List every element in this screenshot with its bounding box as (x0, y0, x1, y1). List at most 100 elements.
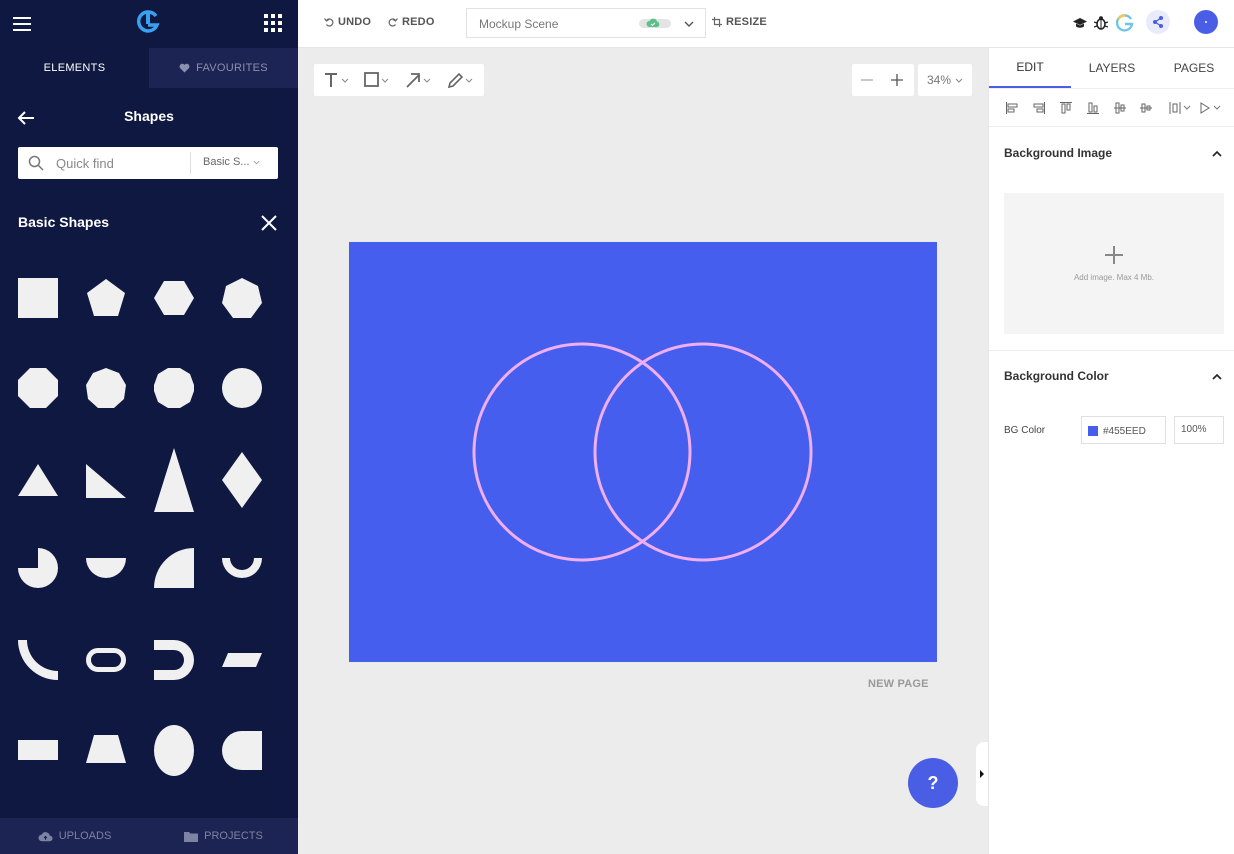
tab-pages-label: PAGES (1173, 61, 1215, 75)
redo-button[interactable]: REDO (388, 16, 435, 28)
tab-elements[interactable]: ELEMENTS (0, 48, 149, 88)
tab-pages[interactable]: PAGES (1153, 48, 1234, 88)
alignment-toolbar (989, 89, 1234, 127)
align-right-icon[interactable] (1032, 101, 1046, 115)
diamond-shape[interactable] (222, 448, 262, 512)
curved-arc-shape[interactable] (18, 640, 58, 682)
square-shape[interactable] (18, 278, 58, 318)
search-input[interactable] (56, 153, 201, 173)
align-center-vertical-icon[interactable] (1113, 101, 1127, 115)
hexagon-shape[interactable] (154, 278, 194, 318)
tab-projects[interactable]: PROJECTS (149, 818, 298, 854)
search-filter-dropdown[interactable]: Basic S... (203, 156, 260, 168)
close-icon[interactable] (260, 214, 278, 232)
d-shape[interactable] (222, 731, 262, 770)
search-box: Basic S... (18, 147, 278, 179)
bg-color-hex: #455EED (1103, 426, 1146, 437)
apps-grid-icon[interactable] (264, 14, 282, 32)
parallelogram-shape[interactable] (222, 653, 262, 667)
scene-name-field[interactable]: Mockup Scene (466, 8, 706, 38)
app-logo-icon[interactable] (136, 10, 160, 36)
design-page[interactable] (349, 242, 937, 662)
bg-color-field[interactable]: #455EED (1081, 416, 1166, 444)
pie-shape[interactable] (18, 548, 58, 590)
folder-icon (184, 831, 199, 842)
tab-uploads[interactable]: UPLOADS (0, 818, 149, 854)
hamburger-menu-icon[interactable] (12, 14, 32, 34)
pentagon-shape[interactable] (86, 278, 126, 318)
align-center-horizontal-icon[interactable] (1139, 101, 1153, 115)
align-top-icon[interactable] (1059, 101, 1073, 115)
bug-icon[interactable] (1094, 15, 1108, 30)
canvas-area: 34% NEW PAGE ? (298, 48, 988, 854)
chevron-down-icon (684, 21, 694, 27)
google-icon[interactable] (1116, 14, 1134, 32)
heart-icon (179, 63, 190, 73)
zoom-level-dropdown[interactable]: 34% (918, 64, 972, 96)
background-image-title: Background Image (1004, 146, 1113, 160)
tab-layers[interactable]: LAYERS (1071, 48, 1153, 88)
horseshoe-shape[interactable] (154, 640, 194, 680)
sidebar-tabs: ELEMENTS FAVOURITES (0, 48, 298, 88)
distribute-icon[interactable] (1169, 101, 1193, 115)
background-color-title: Background Color (1004, 369, 1109, 383)
heptagon-shape[interactable] (222, 278, 262, 318)
right-triangle-shape[interactable] (86, 448, 126, 512)
bg-color-swatch[interactable] (1088, 426, 1098, 436)
arrow-tool-icon[interactable] (404, 70, 438, 90)
caret-right-icon (980, 770, 984, 778)
left-sidebar: ELEMENTS FAVOURITES Shapes Basic S... Ba… (0, 0, 298, 854)
zoom-in-icon[interactable] (889, 72, 905, 88)
quarter-circle-shape[interactable] (154, 548, 194, 590)
chevron-down-icon (955, 78, 963, 83)
chevron-up-icon[interactable] (1211, 371, 1223, 383)
resize-button[interactable]: RESIZE (712, 16, 767, 28)
tab-edit[interactable]: EDIT (989, 48, 1071, 88)
panel-title: Shapes (124, 108, 174, 124)
bg-opacity-field[interactable]: 100% (1174, 416, 1224, 444)
triangle-shape[interactable] (18, 448, 58, 512)
tall-triangle-shape[interactable] (154, 448, 194, 512)
tab-projects-label: PROJECTS (204, 830, 263, 842)
right-panel: EDIT LAYERS PAGES Background Image Add i… (988, 48, 1234, 854)
zoom-controls (852, 64, 914, 96)
tab-favourites-label: FAVOURITES (196, 62, 268, 74)
trapezoid-shape[interactable] (86, 735, 126, 763)
align-left-icon[interactable] (1005, 101, 1019, 115)
circle-shape[interactable] (222, 368, 262, 408)
drawing-tools (314, 64, 484, 96)
page-background (349, 242, 937, 662)
ellipse-shape[interactable] (154, 725, 194, 776)
avatar-dot-icon (1205, 21, 1207, 23)
ring-pill-shape[interactable] (86, 648, 126, 672)
text-tool-icon[interactable] (322, 70, 356, 90)
arc-shape[interactable] (222, 558, 262, 580)
octagon-shape[interactable] (18, 368, 58, 408)
zoom-level: 34% (926, 73, 952, 87)
pencil-tool-icon[interactable] (446, 70, 480, 90)
help-button[interactable]: ? (908, 758, 958, 808)
align-bottom-icon[interactable] (1086, 101, 1100, 115)
shape-tool-icon[interactable] (362, 70, 396, 90)
tab-favourites[interactable]: FAVOURITES (149, 48, 298, 88)
redo-label: REDO (402, 16, 435, 28)
new-page-button[interactable]: NEW PAGE (868, 678, 929, 690)
collapse-right-panel-handle[interactable] (976, 742, 988, 806)
add-image-label: Add image. Max 4 Mb. (1073, 273, 1155, 282)
user-avatar[interactable] (1194, 10, 1218, 34)
chevron-up-icon[interactable] (1211, 148, 1223, 160)
graduation-cap-icon[interactable] (1073, 16, 1087, 30)
sidebar-header (0, 0, 298, 48)
flip-icon[interactable] (1199, 101, 1223, 115)
share-button[interactable] (1146, 10, 1170, 34)
nonagon-shape[interactable] (86, 368, 126, 408)
add-image-dropzone[interactable]: Add image. Max 4 Mb. (1004, 193, 1224, 334)
undo-label: UNDO (338, 16, 372, 28)
half-circle-shape[interactable] (86, 558, 126, 578)
section-divider (989, 350, 1234, 351)
redo-icon (388, 18, 398, 27)
undo-button[interactable]: UNDO (324, 16, 371, 28)
zoom-out-icon[interactable] (859, 72, 875, 88)
decagon-shape[interactable] (154, 368, 194, 408)
rectangle-shape[interactable] (18, 740, 58, 760)
